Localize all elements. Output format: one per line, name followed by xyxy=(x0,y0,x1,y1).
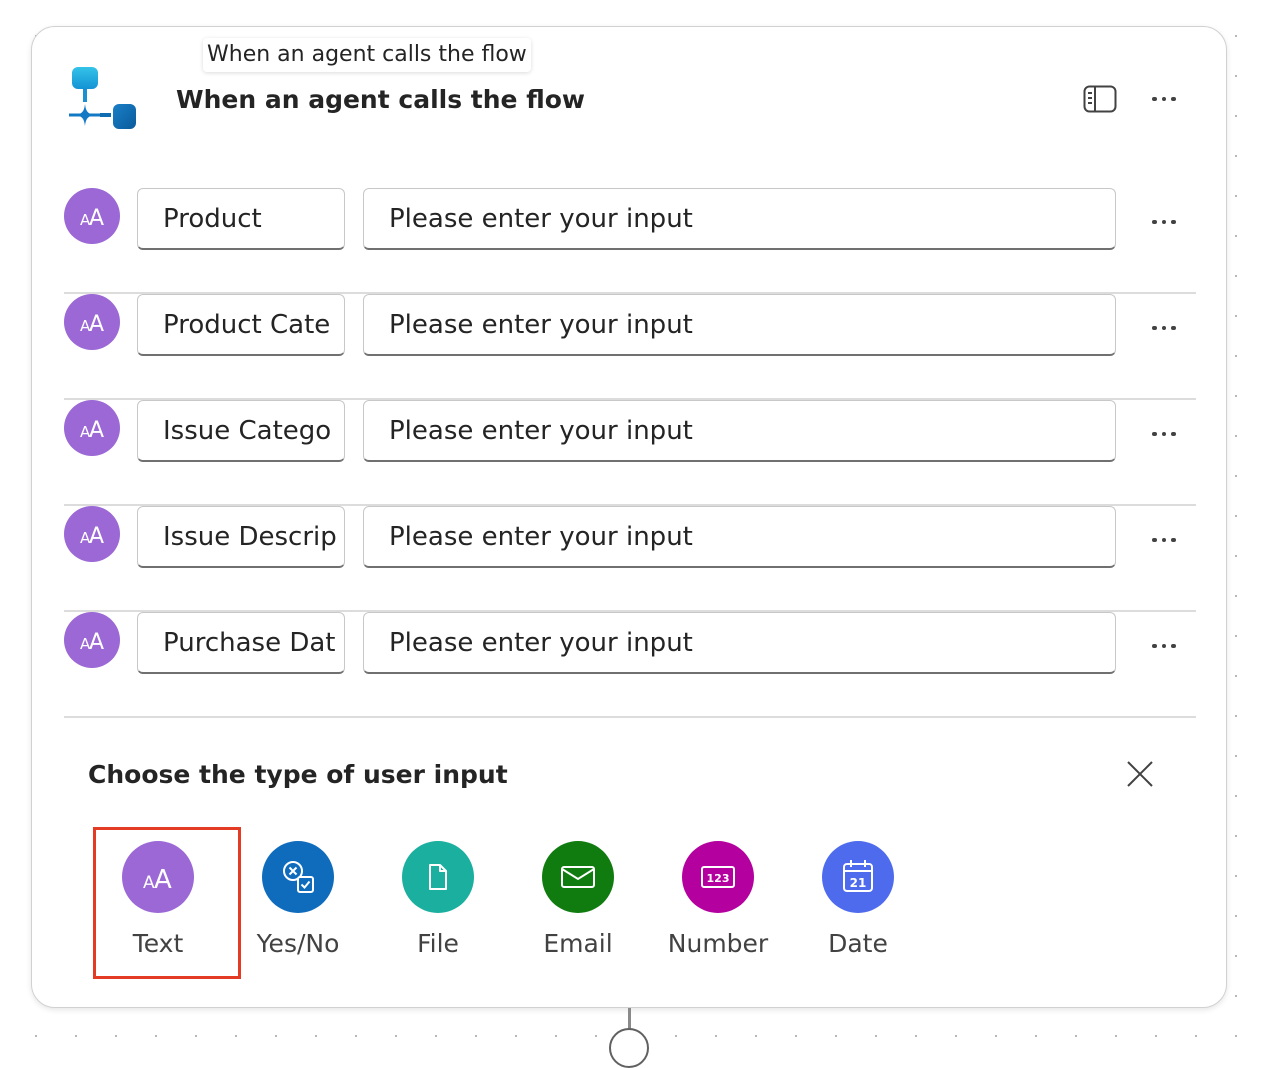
svg-text:A: A xyxy=(89,206,104,229)
type-option-file[interactable]: File xyxy=(368,841,508,971)
input-name-field[interactable]: Issue Catego xyxy=(137,400,345,462)
input-value-field[interactable]: Please enter your input xyxy=(363,400,1116,462)
input-row-2: AA Issue Catego Please enter your input xyxy=(64,400,1196,506)
type-option-date[interactable]: 21 Date xyxy=(788,841,928,971)
flow-connector-line xyxy=(628,1008,631,1030)
row-more-options-icon[interactable] xyxy=(1144,525,1184,555)
text-type-icon: AA xyxy=(64,612,120,668)
input-name-field[interactable]: Product Cate xyxy=(137,294,345,356)
svg-text:21: 21 xyxy=(850,876,867,890)
svg-text:A: A xyxy=(89,418,104,441)
svg-text:123: 123 xyxy=(707,872,730,885)
input-name-field[interactable]: Product xyxy=(137,188,345,250)
input-value-field[interactable]: Please enter your input xyxy=(363,612,1116,674)
side-panel-icon[interactable] xyxy=(1083,85,1117,113)
type-option-label: Yes/No xyxy=(256,929,340,958)
file-icon xyxy=(402,841,474,913)
text-type-icon: AA xyxy=(64,294,120,350)
input-type-chooser-title: Choose the type of user input xyxy=(88,760,508,789)
text-type-icon: AA xyxy=(64,188,120,244)
calendar-icon: 21 xyxy=(822,841,894,913)
selected-type-highlight xyxy=(93,827,241,979)
input-row-1: AA Product Cate Please enter your input xyxy=(64,294,1196,400)
type-option-yes-no[interactable]: Yes/No xyxy=(228,841,368,971)
input-row-4: AA Purchase Dat Please enter your input xyxy=(64,612,1196,718)
input-name-field[interactable]: Issue Descrip xyxy=(137,506,345,568)
add-step-button[interactable] xyxy=(609,1028,649,1068)
row-more-options-icon[interactable] xyxy=(1144,631,1184,661)
text-type-icon: AA xyxy=(64,400,120,456)
number-icon: 123 xyxy=(682,841,754,913)
trigger-more-options-icon[interactable] xyxy=(1144,84,1184,114)
type-option-label: Number xyxy=(667,929,769,958)
flow-trigger-icon xyxy=(69,67,136,129)
text-type-icon: AA xyxy=(64,506,120,562)
svg-text:A: A xyxy=(89,630,104,653)
trigger-title: When an agent calls the flow xyxy=(176,85,585,114)
type-option-label: Date xyxy=(828,929,888,958)
input-value-field[interactable]: Please enter your input xyxy=(363,294,1116,356)
input-value-field[interactable]: Please enter your input xyxy=(363,506,1116,568)
type-option-label: Email xyxy=(543,929,613,958)
svg-text:A: A xyxy=(89,312,104,335)
row-more-options-icon[interactable] xyxy=(1144,419,1184,449)
yes-no-icon xyxy=(262,841,334,913)
title-tooltip: When an agent calls the flow xyxy=(203,38,531,72)
input-row-0: AA Product Please enter your input xyxy=(64,188,1196,294)
email-icon xyxy=(542,841,614,913)
svg-text:A: A xyxy=(89,524,104,547)
type-option-label: File xyxy=(417,929,459,958)
close-icon[interactable] xyxy=(1124,758,1156,790)
type-option-email[interactable]: Email xyxy=(508,841,648,971)
input-name-field[interactable]: Purchase Dat xyxy=(137,612,345,674)
input-row-3: AA Issue Descrip Please enter your input xyxy=(64,506,1196,612)
row-divider xyxy=(64,716,1196,718)
row-more-options-icon[interactable] xyxy=(1144,207,1184,237)
type-option-number[interactable]: 123 Number xyxy=(648,841,788,971)
row-more-options-icon[interactable] xyxy=(1144,313,1184,343)
input-value-field[interactable]: Please enter your input xyxy=(363,188,1116,250)
